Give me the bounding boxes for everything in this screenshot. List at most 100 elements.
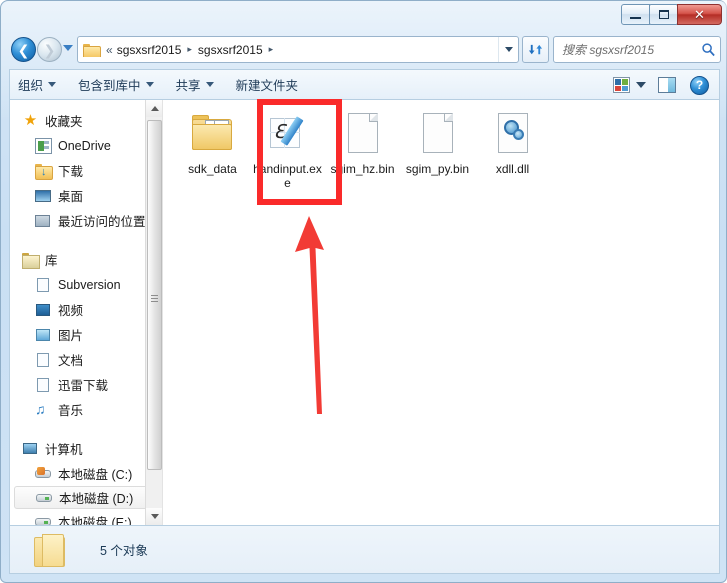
chevron-down-icon: [150, 514, 159, 519]
sidebar-group-libraries: 库 Subversion 视频 图片 文档 迅雷下载 ♫ 音乐: [10, 247, 162, 422]
view-options-icon[interactable]: [613, 77, 630, 93]
toolbar-item-new-folder-label: 新建文件夹: [235, 79, 299, 93]
sidebar-item-drive-c[interactable]: 本地磁盘 (C:): [10, 461, 162, 486]
back-arrow-icon: ❮: [17, 41, 30, 58]
sidebar-scrollbar[interactable]: [145, 100, 162, 525]
onedrive-icon: [35, 137, 52, 154]
breadcrumb-overflow-icon[interactable]: «: [106, 43, 113, 57]
recent-places-icon: [35, 213, 52, 229]
breadcrumb-item-1[interactable]: sgsxsrf2015: [198, 43, 263, 57]
sidebar-item-thunder-downloads[interactable]: 迅雷下载: [10, 372, 162, 397]
sidebar-item-drive-e[interactable]: 本地磁盘 (E:): [10, 509, 162, 525]
sidebar-item-onedrive[interactable]: OneDrive: [10, 133, 162, 158]
status-item-count: 5 个对象: [100, 544, 148, 558]
blank-document-icon: [339, 110, 387, 158]
sidebar-item-drive-e-label: 本地磁盘 (E:): [58, 516, 132, 525]
maximize-button[interactable]: [649, 4, 678, 25]
search-box[interactable]: 搜索 sgsxsrf2015: [553, 36, 721, 63]
help-icon[interactable]: ?: [690, 75, 709, 95]
toolbar-item-organize-label: 组织: [18, 79, 44, 93]
sidebar-item-downloads[interactable]: ↓ 下载: [10, 158, 162, 183]
star-icon: ★: [23, 111, 38, 129]
sidebar-item-subversion[interactable]: Subversion: [10, 272, 162, 297]
sidebar-item-subversion-label: Subversion: [58, 277, 121, 292]
breadcrumb-separator-0[interactable]: ▸: [187, 44, 192, 55]
file-item-xdll-dll[interactable]: xdll.dll: [475, 106, 550, 190]
sidebar-item-pictures-label: 图片: [58, 329, 84, 343]
sidebar-group-favorites: ★ 收藏夹 OneDrive ↓ 下载 桌面 最近访问的位置: [10, 108, 162, 233]
forward-button[interactable]: ❯: [37, 37, 62, 62]
toolbar-item-include-in-library[interactable]: 包含到库中: [78, 75, 154, 94]
file-item-sgim-hz-bin-label: sgim_hz.bin: [330, 162, 395, 176]
sidebar-item-recent-places[interactable]: 最近访问的位置: [10, 208, 162, 233]
document-icon: [35, 277, 52, 293]
address-bar[interactable]: « sgsxsrf2015 ▸ sgsxsrf2015 ▸: [77, 36, 519, 63]
chevron-down-icon: [205, 82, 214, 87]
file-item-sgim-py-bin[interactable]: sgim_py.bin: [400, 106, 475, 190]
sidebar-item-desktop-label: 桌面: [58, 190, 84, 204]
view-swatch-4: [622, 85, 628, 91]
sidebar-header-favorites[interactable]: ★ 收藏夹: [10, 108, 162, 133]
folder-with-documents-icon: [189, 110, 237, 158]
scrollbar-thumb[interactable]: [147, 120, 162, 470]
sidebar-item-drive-d[interactable]: 本地磁盘 (D:): [14, 486, 156, 509]
file-item-sdk-data[interactable]: sdk_data: [175, 106, 250, 190]
breadcrumb[interactable]: « sgsxsrf2015 ▸ sgsxsrf2015 ▸: [78, 43, 498, 57]
view-swatch-3: [615, 85, 621, 91]
sidebar-item-pictures[interactable]: 图片: [10, 322, 162, 347]
help-icon-label: ?: [695, 78, 704, 92]
downloads-folder-icon: ↓: [35, 163, 53, 180]
explorer-body: ★ 收藏夹 OneDrive ↓ 下载 桌面 最近访问的位置 库 Subvers…: [9, 99, 720, 526]
recent-locations-dropdown-icon[interactable]: [63, 45, 73, 51]
sidebar-item-drive-d-label: 本地磁盘 (D:): [59, 492, 134, 506]
chevron-down-icon: [504, 47, 513, 52]
toolbar-item-new-folder[interactable]: 新建文件夹: [236, 75, 299, 94]
sidebar-header-computer-label: 计算机: [45, 443, 83, 457]
blank-document-icon: [414, 110, 462, 158]
view-swatch-2: [622, 79, 628, 85]
sidebar-item-desktop[interactable]: 桌面: [10, 183, 162, 208]
scrollbar-up-button[interactable]: [146, 100, 162, 117]
folder-icon: [32, 531, 72, 569]
sidebar-item-videos[interactable]: 视频: [10, 297, 162, 322]
scrollbar-down-button[interactable]: [146, 508, 162, 525]
document-icon: [35, 377, 52, 393]
sidebar-item-documents[interactable]: 文档: [10, 347, 162, 372]
toolbar-item-share[interactable]: 共享: [176, 75, 214, 94]
toolbar-right-group: ?: [613, 70, 713, 100]
sidebar-item-music[interactable]: ♫ 音乐: [10, 397, 162, 422]
sidebar-item-recent-places-label: 最近访问的位置: [58, 215, 146, 229]
view-swatch-1: [615, 79, 621, 85]
maximize-icon: [658, 10, 669, 19]
close-button[interactable]: ✕: [677, 4, 722, 25]
music-icon: ♫: [35, 400, 46, 417]
refresh-icon: [528, 44, 543, 55]
sidebar-group-computer: 计算机 本地磁盘 (C:) 本地磁盘 (D:) 本地磁盘 (E:): [10, 436, 162, 525]
breadcrumb-item-0[interactable]: sgsxsrf2015: [117, 43, 182, 57]
file-item-xdll-dll-label: xdll.dll: [495, 162, 530, 176]
sidebar-header-computer[interactable]: 计算机: [10, 436, 162, 461]
breadcrumb-separator-1[interactable]: ▸: [269, 44, 274, 55]
file-item-handinput-exe[interactable]: ℇ handinput.exe: [250, 106, 325, 190]
refresh-button[interactable]: [522, 36, 549, 63]
file-item-sdk-data-label: sdk_data: [188, 162, 237, 176]
close-icon: ✕: [694, 7, 705, 22]
search-input[interactable]: 搜索 sgsxsrf2015: [562, 41, 701, 58]
address-dropdown-button[interactable]: [498, 37, 518, 62]
back-button[interactable]: ❮: [11, 37, 36, 62]
file-list-pane[interactable]: sdk_data ℇ handinput.exe sgim_hz.bin sgi…: [162, 100, 719, 525]
preview-pane-icon[interactable]: [658, 77, 676, 93]
minimize-button[interactable]: [621, 4, 650, 25]
view-options-chevron-down-icon[interactable]: [636, 82, 646, 88]
handwriting-input-exe-icon: ℇ: [264, 110, 312, 158]
command-toolbar: 组织 包含到库中 共享 新建文件夹 ?: [9, 69, 720, 99]
address-bar-row: ❮ ❯ « sgsxsrf2015 ▸ sgsxsrf2015 ▸ 搜索 sgs…: [1, 31, 727, 68]
search-icon[interactable]: [701, 42, 716, 57]
computer-icon: [22, 441, 39, 457]
sidebar-item-music-label: 音乐: [58, 404, 84, 418]
navigation-pane[interactable]: ★ 收藏夹 OneDrive ↓ 下载 桌面 最近访问的位置 库 Subvers…: [10, 100, 162, 525]
file-item-sgim-hz-bin[interactable]: sgim_hz.bin: [325, 106, 400, 190]
sidebar-item-onedrive-label: OneDrive: [58, 138, 111, 153]
toolbar-item-organize[interactable]: 组织: [18, 75, 57, 94]
sidebar-header-libraries[interactable]: 库: [10, 247, 162, 272]
